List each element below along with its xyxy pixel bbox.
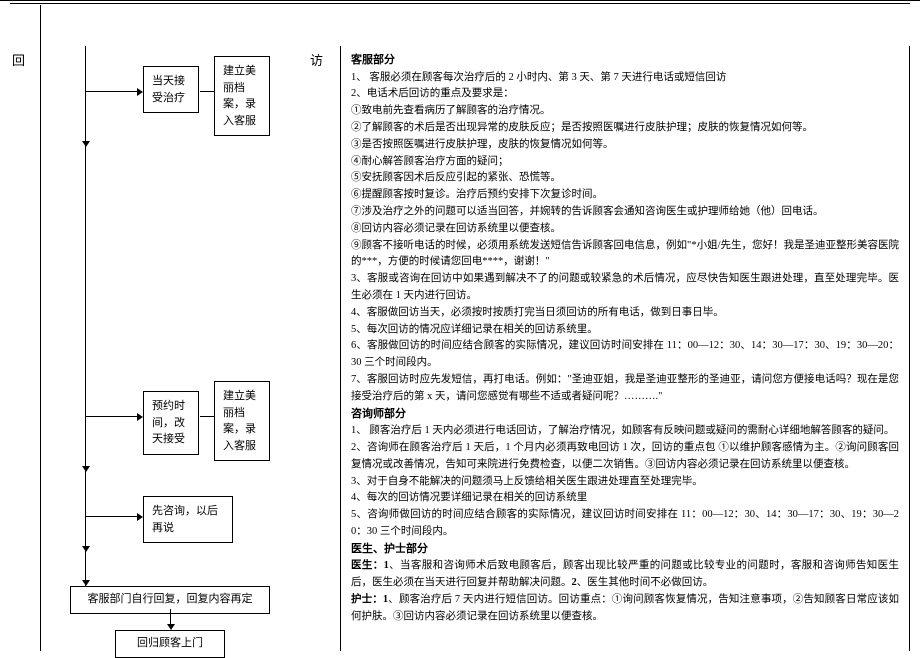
content-item: 医生：1、当客服和咨询师术后致电顾客后，顾客出现比较严重的问题或比较专业的问题时… — [351, 558, 899, 592]
top-border — [10, 3, 910, 4]
content-item: 3、对于自身不能解决的问题须马上反馈给相关医生跟进处理直至处理完毕。 — [351, 474, 899, 491]
arrow-down-icon — [82, 141, 90, 147]
section-title-kefu: 客服部分 — [351, 52, 899, 70]
box-text: 先咨询，以后再说 — [152, 505, 218, 534]
box-text: 建立美丽档案，录入客服 — [223, 65, 256, 127]
box-text: 回归顾客上门 — [137, 637, 203, 649]
content-item: 护士：1、顾客治疗后 7 天内进行短信回访。回访重点：①询问顾客恢复情况，告知注… — [351, 592, 899, 626]
box-text: 建立美丽档案，录入客服 — [223, 390, 256, 452]
content-item: 4、客服做回访当天，必须按时按质打完当日须回访的所有电话，做到日事日毕。 — [351, 305, 899, 322]
flow-box-record-1: 建立美丽档案，录入客服 — [214, 56, 270, 136]
content-panel: 客服部分 1、 客服必须在顾客每次治疗后的 2 小时内、第 3 天、第 7 天进… — [340, 46, 910, 651]
content-item: 3、客服或咨询在回访中如果遇到解决不了的问题或较紧急的术后情况，应尽快告知医生跟… — [351, 271, 899, 305]
connector — [200, 416, 214, 417]
connector — [85, 516, 140, 517]
flow-box-consult: 先咨询，以后再说 — [143, 496, 233, 543]
content-item: 5、咨询师做回访的时间应结合顾客的实际情况，建议回访时间安排在 11：00—12… — [351, 507, 899, 541]
box-text: 当天接受治疗 — [152, 75, 185, 104]
connector — [85, 416, 140, 417]
content-item: 1、 顾客治疗后 1 天内必须进行电话回访，了解治疗情况，如顾客有反映问题或疑问… — [351, 423, 899, 440]
flow-main-line — [85, 46, 86, 586]
header-char-left: 回 — [12, 51, 25, 72]
bold-label: 护士：1 — [351, 594, 388, 605]
flow-box-return: 回归顾客上门 — [115, 630, 225, 658]
content-item: 6、客服做回访的时间应结合顾客的实际情况，建议回访时间安排在 11：00—12：… — [351, 338, 899, 372]
content-item: ⑨顾客不接听电话的时候，必须用系统发送短信告诉顾客回电信息，例如"*小姐/先生，… — [351, 238, 899, 272]
page: 回 访 当天接受治疗 建立美丽档案，录入客服 预约时间，改天接受 建立美丽档案，… — [0, 0, 920, 651]
text: 、顾客治疗后 7 天内进行短信回访。回访重点：①询问顾客恢复情况，告知注意事项，… — [351, 594, 899, 622]
arrow-down-icon — [82, 466, 90, 472]
connector — [85, 91, 140, 92]
flowchart-column: 当天接受治疗 建立美丽档案，录入客服 预约时间，改天接受 建立美丽档案，录入客服… — [55, 46, 330, 646]
section-title-zixun: 咨询师部分 — [351, 406, 899, 424]
content-item: 1、 客服必须在顾客每次治疗后的 2 小时内、第 3 天、第 7 天进行电话或短… — [351, 70, 899, 87]
connector — [200, 91, 214, 92]
content-item: ⑦涉及治疗之外的问题可以适当回答，并婉转的告诉顾客会通知咨询医生或护理师给她（他… — [351, 204, 899, 221]
flow-box-same-day: 当天接受治疗 — [143, 66, 199, 113]
content-item: ③是否按照医嘱进行皮肤护理，皮肤的恢复情况如何等。 — [351, 137, 899, 154]
content-item: ⑤安抚顾客因术后反应引起的紧张、恐慌等。 — [351, 170, 899, 187]
content-item: 2、电话术后回访的重点及要求是： — [351, 86, 899, 103]
content-item: ①致电前先查看病历了解顾客的治疗情况。 — [351, 103, 899, 120]
bold-label: 医生：1 — [351, 560, 389, 571]
content-item: ②了解顾客的术后是否出现异常的皮肤反应；是否按照医嘱进行皮肤护理；皮肤的恢复情况… — [351, 120, 899, 137]
content-item: ⑥提醒顾客按时复诊。治疗后预约安排下次复诊时间。 — [351, 187, 899, 204]
arrow-down-icon — [82, 546, 90, 552]
flow-box-reserve: 预约时间，改天接受 — [143, 391, 199, 455]
content-item: ④耐心解答顾客治疗方面的疑问； — [351, 154, 899, 171]
box-text: 预约时间，改天接受 — [152, 400, 185, 445]
content-item: 2、咨询师在顾客治疗后 1 天后，1 个月内必须再致电回访 1 次，回访的重点包… — [351, 440, 899, 474]
content-item: 4、每次的回访情况要详细记录在相关的回访系统里 — [351, 490, 899, 507]
section-title-doctor: 医生、护士部分 — [351, 541, 899, 559]
content-item: ⑧回访内容必须记录在回访系统里以便查核。 — [351, 221, 899, 238]
left-margin-divider — [40, 5, 41, 651]
text: 、医生其他时间不必做回访。 — [577, 577, 714, 588]
flow-box-record-2: 建立美丽档案，录入客服 — [214, 381, 270, 461]
box-text: 客服部门自行回复，回复内容再定 — [88, 593, 253, 605]
content-item: 7、客服回访时应先发短信，再打电话。例如："圣迪亚姐，我是圣迪亚整形的圣迪亚，请… — [351, 372, 899, 406]
content-item: 5、每次回访的情况应详细记录在相关的回访系统里。 — [351, 322, 899, 339]
